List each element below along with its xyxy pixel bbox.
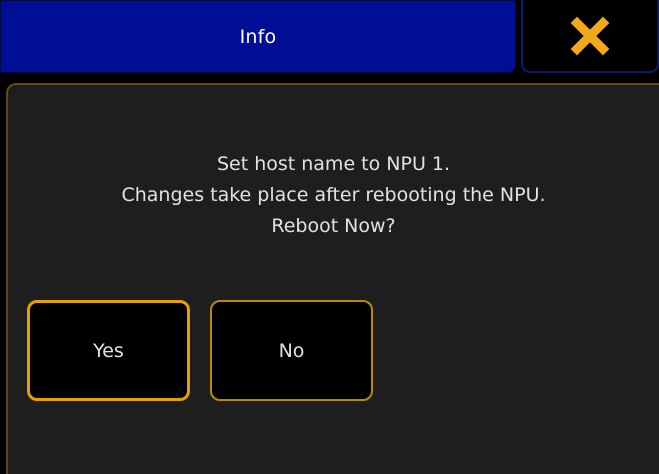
dialog-title: Info <box>239 25 277 48</box>
message-line: Set host name to NPU 1. <box>216 153 451 175</box>
yes-button-label: Yes <box>93 339 124 362</box>
message-line: Changes take place after rebooting the N… <box>121 184 546 206</box>
close-button[interactable] <box>521 0 659 73</box>
dialog-message: Set host name to NPU 1. Changes take pla… <box>8 149 659 242</box>
yes-button[interactable]: Yes <box>27 300 190 401</box>
no-button-label: No <box>278 339 305 362</box>
dialog-title-bar: Info <box>0 0 516 73</box>
no-button[interactable]: No <box>210 300 373 401</box>
message-line: Reboot Now? <box>271 215 396 237</box>
info-dialog-window: Info Set host name to NPU 1. Changes tak… <box>0 0 659 474</box>
dialog-content-panel: Set host name to NPU 1. Changes take pla… <box>6 83 659 474</box>
close-icon <box>570 16 610 55</box>
